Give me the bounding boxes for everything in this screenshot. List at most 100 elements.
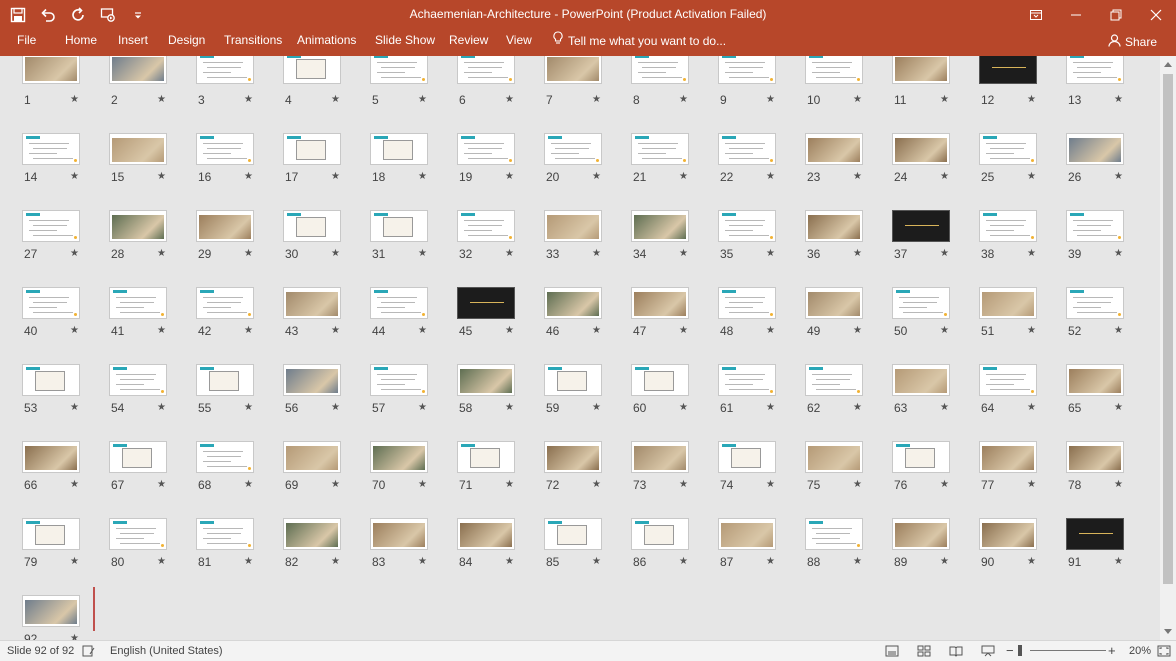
transition-star-icon[interactable]: ★ [70,325,79,336]
transition-star-icon[interactable]: ★ [505,402,514,413]
slide-thumbnail[interactable] [196,287,254,319]
transition-star-icon[interactable]: ★ [940,325,949,336]
transition-star-icon[interactable]: ★ [766,248,775,259]
restore-icon[interactable] [1096,0,1136,29]
slide-thumbnail[interactable] [22,441,80,473]
transition-star-icon[interactable]: ★ [592,325,601,336]
transition-star-icon[interactable]: ★ [505,171,514,182]
slide-thumbnail[interactable] [196,518,254,550]
slide-thumbnail[interactable] [370,441,428,473]
transition-star-icon[interactable]: ★ [244,325,253,336]
transition-star-icon[interactable]: ★ [331,479,340,490]
slide-thumbnail[interactable] [892,518,950,550]
transition-star-icon[interactable]: ★ [1114,94,1123,105]
slide-thumbnail[interactable] [457,518,515,550]
transition-star-icon[interactable]: ★ [766,171,775,182]
transition-star-icon[interactable]: ★ [1114,402,1123,413]
slide-thumbnail[interactable] [109,287,167,319]
slide-thumbnail[interactable] [805,133,863,165]
slide-thumbnail[interactable] [544,441,602,473]
transition-star-icon[interactable]: ★ [505,556,514,567]
transition-star-icon[interactable]: ★ [157,325,166,336]
vertical-scrollbar[interactable] [1160,56,1176,640]
language-indicator[interactable]: English (United States) [110,641,223,661]
slide-thumbnail[interactable] [283,133,341,165]
zoom-level[interactable]: 20% [1129,641,1151,661]
transition-star-icon[interactable]: ★ [157,171,166,182]
transition-star-icon[interactable]: ★ [70,556,79,567]
slide-thumbnail[interactable] [196,441,254,473]
zoom-slider-thumb[interactable] [1018,645,1022,656]
slide-thumbnail[interactable] [283,518,341,550]
transition-star-icon[interactable]: ★ [505,94,514,105]
slide-thumbnail[interactable] [370,287,428,319]
transition-star-icon[interactable]: ★ [1027,248,1036,259]
transition-star-icon[interactable]: ★ [679,402,688,413]
transition-star-icon[interactable]: ★ [766,94,775,105]
transition-star-icon[interactable]: ★ [592,94,601,105]
share-button[interactable]: Share [1108,32,1157,52]
slide-thumbnail[interactable] [805,518,863,550]
slide-thumbnail[interactable] [1066,287,1124,319]
transition-star-icon[interactable]: ★ [853,479,862,490]
scroll-down-icon[interactable] [1160,624,1176,640]
transition-star-icon[interactable]: ★ [853,171,862,182]
slide-thumbnail[interactable] [457,133,515,165]
slide-thumbnail[interactable] [805,56,863,84]
tab-view[interactable]: View [506,29,532,54]
transition-star-icon[interactable]: ★ [853,248,862,259]
slide-thumbnail[interactable] [544,364,602,396]
slide-thumbnail[interactable] [718,518,776,550]
transition-star-icon[interactable]: ★ [592,479,601,490]
transition-star-icon[interactable]: ★ [331,248,340,259]
slide-thumbnail[interactable] [22,56,80,84]
slide-thumbnail[interactable] [22,133,80,165]
spelling-check-icon[interactable] [81,644,97,658]
transition-star-icon[interactable]: ★ [592,556,601,567]
fit-to-window-icon[interactable] [1156,644,1172,658]
slide-thumbnail[interactable] [718,364,776,396]
zoom-in-button[interactable]: + [1108,641,1116,661]
transition-star-icon[interactable]: ★ [70,402,79,413]
transition-star-icon[interactable]: ★ [853,402,862,413]
slide-thumbnail[interactable] [196,364,254,396]
slide-thumbnail[interactable] [892,364,950,396]
tab-file[interactable]: File [17,29,36,54]
slide-thumbnail[interactable] [457,56,515,84]
transition-star-icon[interactable]: ★ [766,556,775,567]
transition-star-icon[interactable]: ★ [1114,325,1123,336]
slide-thumbnail[interactable] [283,364,341,396]
transition-star-icon[interactable]: ★ [940,248,949,259]
transition-star-icon[interactable]: ★ [244,248,253,259]
transition-star-icon[interactable]: ★ [1114,171,1123,182]
slide-thumbnail[interactable] [631,518,689,550]
start-from-beginning-icon[interactable] [96,4,120,26]
slide-thumbnail[interactable] [283,56,341,84]
transition-star-icon[interactable]: ★ [505,325,514,336]
slide-thumbnail[interactable] [109,56,167,84]
slide-thumbnail[interactable] [457,287,515,319]
slide-thumbnail[interactable] [283,287,341,319]
transition-star-icon[interactable]: ★ [505,248,514,259]
slide-thumbnail[interactable] [544,518,602,550]
slide-thumbnail[interactable] [979,133,1037,165]
slide-thumbnail[interactable] [22,287,80,319]
slide-thumbnail[interactable] [196,210,254,242]
slide-thumbnail[interactable] [892,133,950,165]
transition-star-icon[interactable]: ★ [679,171,688,182]
slide-sorter-view-icon[interactable] [916,644,932,658]
transition-star-icon[interactable]: ★ [244,171,253,182]
transition-star-icon[interactable]: ★ [244,479,253,490]
slide-thumbnail[interactable] [805,441,863,473]
transition-star-icon[interactable]: ★ [940,556,949,567]
slide-thumbnail[interactable] [370,364,428,396]
tab-design[interactable]: Design [168,29,205,54]
transition-star-icon[interactable]: ★ [766,479,775,490]
reading-view-icon[interactable] [948,644,964,658]
transition-star-icon[interactable]: ★ [679,325,688,336]
slide-thumbnail[interactable] [979,56,1037,84]
ribbon-display-options-icon[interactable] [1016,0,1056,29]
slide-thumbnail[interactable] [979,364,1037,396]
slide-thumbnail[interactable] [196,133,254,165]
slide-thumbnail[interactable] [544,56,602,84]
